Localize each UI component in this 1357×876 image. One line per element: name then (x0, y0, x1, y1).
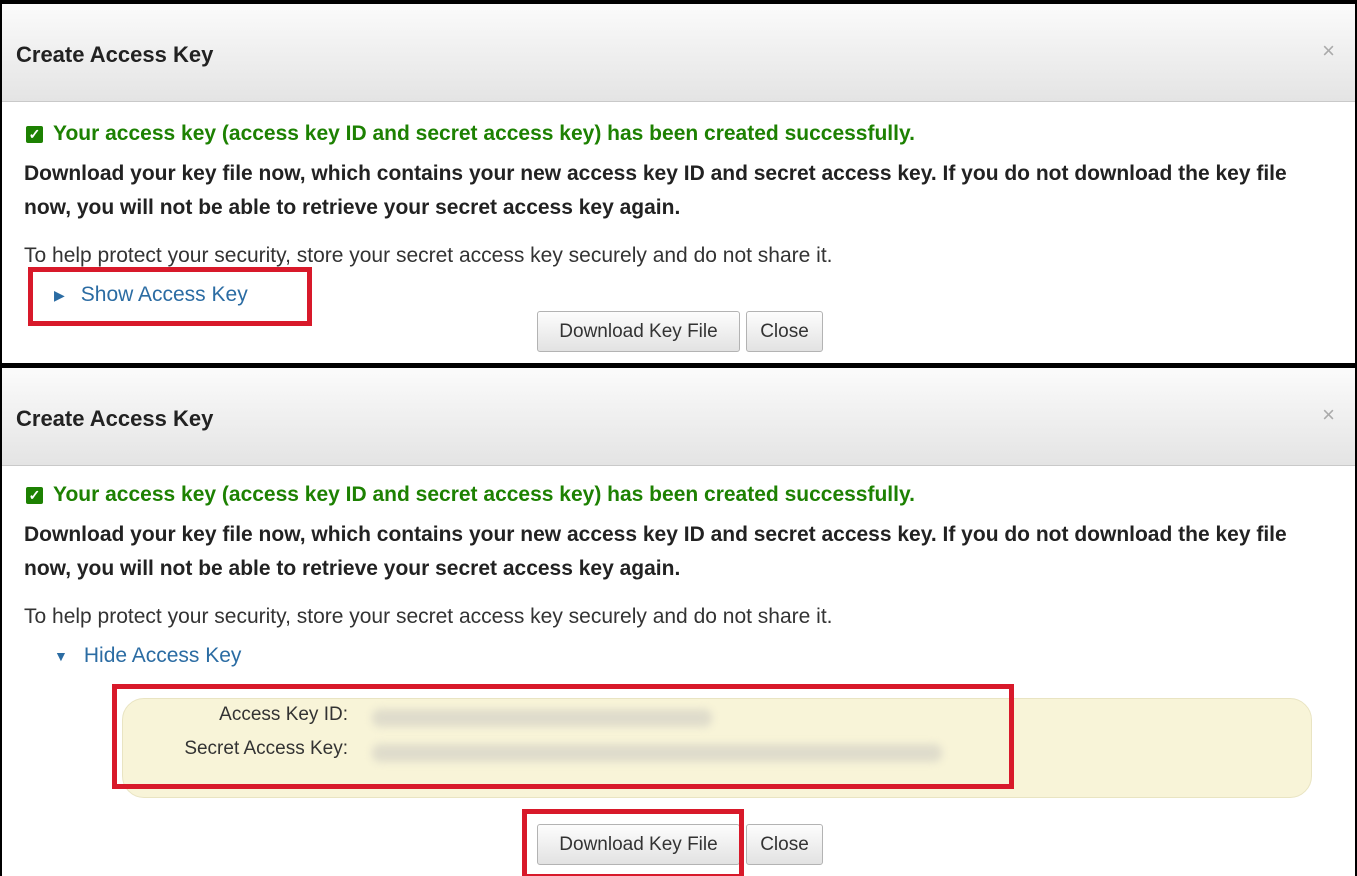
dialog-header: Create Access Key × (2, 4, 1355, 102)
highlight-box (522, 809, 744, 876)
close-icon[interactable]: × (1322, 38, 1335, 64)
create-access-key-dialog-expanded: Create Access Key × ✓ Your access key (a… (2, 368, 1355, 876)
dialog-title: Create Access Key (16, 42, 214, 67)
success-text: Your access key (access key ID and secre… (53, 483, 915, 506)
security-note: To help protect your security, store you… (24, 605, 833, 628)
success-message: ✓ Your access key (access key ID and sec… (26, 122, 915, 146)
download-key-file-button[interactable]: Download Key File (537, 311, 740, 352)
success-message: ✓ Your access key (access key ID and sec… (26, 483, 915, 507)
hide-access-key-toggle[interactable]: ▼ Hide Access Key (54, 644, 241, 668)
close-button[interactable]: Close (746, 824, 823, 865)
close-button[interactable]: Close (746, 311, 823, 352)
dialog-header: Create Access Key × (2, 368, 1355, 466)
security-note: To help protect your security, store you… (24, 244, 833, 267)
collapse-arrow-icon: ▼ (54, 648, 68, 664)
create-access-key-dialog-collapsed: Create Access Key × ✓ Your access key (a… (2, 4, 1355, 363)
success-text: Your access key (access key ID and secre… (53, 122, 915, 145)
download-warning: Download your key file now, which contai… (24, 523, 1287, 580)
download-warning: Download your key file now, which contai… (24, 162, 1287, 219)
checkmark-icon: ✓ (26, 486, 43, 504)
dialog-title: Create Access Key (16, 406, 214, 431)
checkmark-icon: ✓ (26, 125, 43, 143)
highlight-box (112, 684, 1014, 789)
highlight-box (28, 267, 312, 326)
toggle-label: Hide Access Key (83, 644, 242, 667)
close-icon[interactable]: × (1322, 402, 1335, 428)
